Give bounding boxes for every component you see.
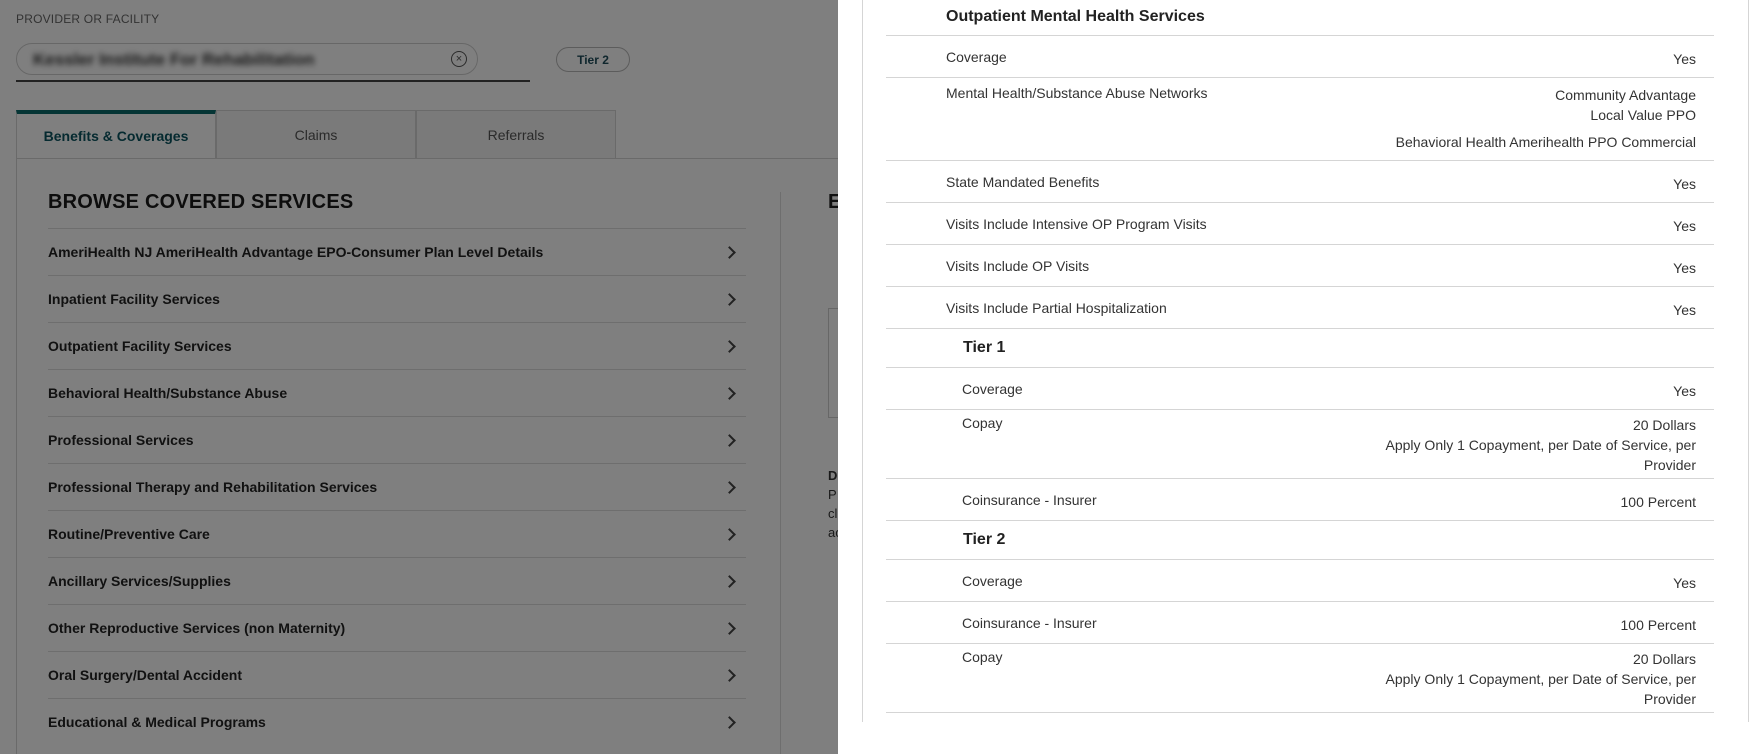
section-title: Outpatient Mental Health Services bbox=[886, 0, 1714, 36]
benefit-row: Visits Include Partial Hospitalization Y… bbox=[886, 287, 1714, 329]
benefit-value: Yes bbox=[1673, 383, 1696, 399]
benefit-value: Yes bbox=[1673, 260, 1696, 276]
benefit-label: Copay bbox=[962, 415, 1003, 431]
benefit-row: Coverage Yes bbox=[886, 368, 1714, 410]
benefit-label: Coverage bbox=[962, 573, 1023, 589]
benefit-label: Visits Include Intensive OP Program Visi… bbox=[946, 216, 1207, 232]
benefit-row: Visits Include OP Visits Yes bbox=[886, 245, 1714, 287]
benefit-value: Provider bbox=[1643, 691, 1696, 707]
benefit-label: Visits Include Partial Hospitalization bbox=[946, 300, 1167, 316]
benefit-label: Mental Health/Substance Abuse Networks bbox=[946, 85, 1208, 101]
drawer-border bbox=[862, 0, 863, 722]
benefit-value: Yes bbox=[1673, 218, 1696, 234]
benefit-row: Coverage Yes bbox=[886, 560, 1714, 602]
benefit-label: Copay bbox=[962, 649, 1003, 665]
benefit-detail-content: Outpatient Mental Health Services Covera… bbox=[886, 0, 1714, 713]
benefit-value: 20 Dollars bbox=[1632, 417, 1696, 433]
benefit-value: Yes bbox=[1673, 575, 1696, 591]
benefit-row: Coinsurance - Insurer 100 Percent bbox=[886, 602, 1714, 644]
benefit-value: Yes bbox=[1673, 176, 1696, 192]
benefit-value: Behavioral Health Amerihealth PPO Commer… bbox=[1395, 134, 1696, 150]
benefit-value: Provider bbox=[1643, 457, 1696, 473]
benefit-row: Copay 20 Dollars Apply Only 1 Copayment,… bbox=[886, 644, 1714, 713]
drawer-border bbox=[1748, 0, 1749, 722]
benefit-row: Copay 20 Dollars Apply Only 1 Copayment,… bbox=[886, 410, 1714, 479]
benefit-value: 20 Dollars bbox=[1632, 651, 1696, 667]
benefit-label: Coinsurance - Insurer bbox=[962, 492, 1097, 508]
benefit-value: Community Advantage bbox=[1555, 87, 1696, 103]
benefit-row: Coverage Yes bbox=[886, 36, 1714, 78]
benefit-value: 100 Percent bbox=[1620, 617, 1697, 633]
benefit-row: Visits Include Intensive OP Program Visi… bbox=[886, 203, 1714, 245]
benefit-value: Yes bbox=[1673, 51, 1696, 67]
benefit-value: Apply Only 1 Copayment, per Date of Serv… bbox=[1385, 671, 1696, 687]
benefit-label: Visits Include OP Visits bbox=[946, 258, 1090, 274]
benefit-label: State Mandated Benefits bbox=[946, 174, 1100, 190]
benefit-value: 100 Percent bbox=[1620, 494, 1697, 510]
tier-heading: Tier 2 bbox=[886, 521, 1714, 560]
benefit-value: Apply Only 1 Copayment, per Date of Serv… bbox=[1385, 437, 1696, 453]
benefit-row: State Mandated Benefits Yes bbox=[886, 161, 1714, 203]
benefit-value: Yes bbox=[1673, 302, 1696, 318]
benefit-row: Coinsurance - Insurer 100 Percent bbox=[886, 479, 1714, 521]
benefit-label: Coinsurance - Insurer bbox=[962, 615, 1097, 631]
benefit-row: Mental Health/Substance Abuse Networks C… bbox=[886, 78, 1714, 161]
benefit-label: Coverage bbox=[962, 381, 1023, 397]
benefit-value: Local Value PPO bbox=[1590, 107, 1696, 123]
benefit-label: Coverage bbox=[946, 49, 1007, 65]
tier-heading: Tier 1 bbox=[886, 329, 1714, 368]
